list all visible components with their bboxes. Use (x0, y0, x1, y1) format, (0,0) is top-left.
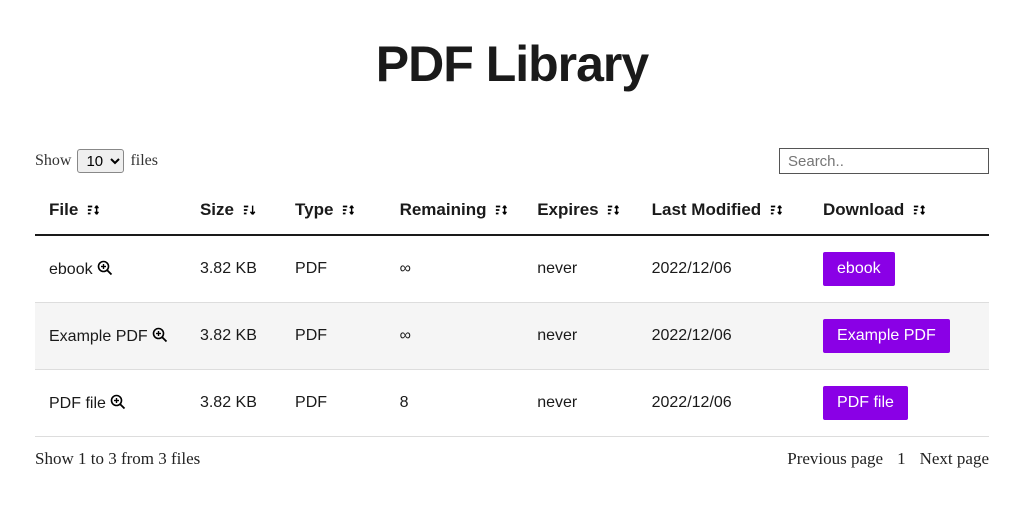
table-row: ebook 3.82 KBPDF∞never2022/12/06 ebook (35, 235, 989, 303)
col-header-label: Download (823, 200, 904, 219)
preview-button[interactable] (106, 395, 126, 412)
cell-size: 3.82 KB (186, 303, 281, 370)
cell-type: PDF (281, 370, 386, 437)
cell-modified: 2022/12/06 (638, 370, 809, 437)
cell-expires: never (523, 235, 637, 303)
prev-page-link[interactable]: Previous page (787, 449, 883, 469)
preview-button[interactable] (93, 261, 113, 278)
sort-icon (607, 203, 621, 217)
magnify-plus-icon (97, 260, 113, 276)
col-header-file[interactable]: File (35, 186, 186, 235)
page-size-select[interactable]: 10 (77, 149, 124, 173)
file-name: PDF file (49, 395, 106, 412)
col-header-size[interactable]: Size (186, 186, 281, 235)
col-header-type[interactable]: Type (281, 186, 386, 235)
results-summary: Show 1 to 3 from 3 files (35, 449, 200, 469)
download-button[interactable]: ebook (823, 252, 895, 286)
cell-file: ebook (35, 235, 186, 303)
col-header-label: Expires (537, 200, 598, 219)
cell-remaining: ∞ (386, 303, 524, 370)
sort-icon (87, 203, 101, 217)
cell-file: PDF file (35, 370, 186, 437)
files-table: File Size (35, 186, 989, 437)
magnify-plus-icon (152, 327, 168, 343)
cell-modified: 2022/12/06 (638, 303, 809, 370)
cell-type: PDF (281, 303, 386, 370)
download-button[interactable]: Example PDF (823, 319, 950, 353)
download-button[interactable]: PDF file (823, 386, 908, 420)
cell-download: ebook (809, 235, 989, 303)
cell-modified: 2022/12/06 (638, 235, 809, 303)
cell-file: Example PDF (35, 303, 186, 370)
sort-icon (495, 203, 509, 217)
col-header-label: Type (295, 200, 333, 219)
search-input[interactable] (779, 148, 989, 174)
col-header-label: File (49, 200, 78, 219)
cell-remaining: 8 (386, 370, 524, 437)
preview-button[interactable] (148, 328, 168, 345)
show-suffix: files (130, 152, 158, 170)
cell-size: 3.82 KB (186, 235, 281, 303)
show-prefix: Show (35, 152, 71, 170)
page-title: PDF Library (0, 35, 1024, 93)
col-header-modified[interactable]: Last Modified (638, 186, 809, 235)
col-header-remaining[interactable]: Remaining (386, 186, 524, 235)
col-header-label: Remaining (400, 200, 487, 219)
table-row: PDF file 3.82 KBPDF8never2022/12/06 PDF fi… (35, 370, 989, 437)
sort-icon (913, 203, 927, 217)
col-header-download[interactable]: Download (809, 186, 989, 235)
table-row: Example PDF 3.82 KBPDF∞never2022/12/06 Exa… (35, 303, 989, 370)
col-header-label: Size (200, 200, 234, 219)
sort-icon (342, 203, 356, 217)
cell-download: Example PDF (809, 303, 989, 370)
file-name: ebook (49, 261, 93, 278)
magnify-plus-icon (110, 394, 126, 410)
cell-remaining: ∞ (386, 235, 524, 303)
current-page: 1 (897, 449, 906, 469)
cell-download: PDF file (809, 370, 989, 437)
next-page-link[interactable]: Next page (920, 449, 989, 469)
cell-type: PDF (281, 235, 386, 303)
col-header-expires[interactable]: Expires (523, 186, 637, 235)
page-size-control: Show 10 files (35, 149, 158, 173)
file-name: Example PDF (49, 328, 148, 345)
sort-desc-icon (243, 203, 257, 217)
cell-expires: never (523, 303, 637, 370)
col-header-label: Last Modified (652, 200, 762, 219)
cell-size: 3.82 KB (186, 370, 281, 437)
sort-icon (770, 203, 784, 217)
pager: Previous page 1 Next page (787, 449, 989, 469)
cell-expires: never (523, 370, 637, 437)
